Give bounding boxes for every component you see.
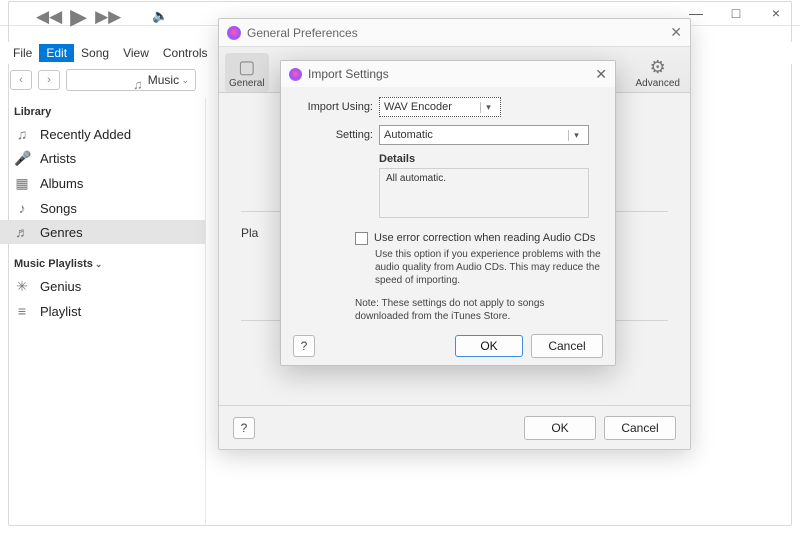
note-icon: ♪ bbox=[14, 200, 30, 216]
maximize-button[interactable]: □ bbox=[716, 1, 756, 25]
sidebar-item-label: Genius bbox=[40, 279, 81, 294]
sidebar-item-label: Songs bbox=[40, 201, 77, 216]
tab-label: Advanced bbox=[636, 78, 680, 89]
sidebar-section-library: Library bbox=[0, 102, 205, 122]
ok-button[interactable]: OK bbox=[455, 335, 523, 357]
close-icon[interactable]: ✕ bbox=[670, 24, 682, 41]
import-settings-dialog: Import Settings ✕ Import Using: WAV Enco… bbox=[280, 60, 616, 366]
details-panel: All automatic. bbox=[379, 168, 589, 218]
chevron-down-icon: ▾ bbox=[568, 130, 584, 141]
menu-view[interactable]: View bbox=[116, 44, 156, 62]
combo-value: WAV Encoder bbox=[384, 101, 452, 113]
details-text: All automatic. bbox=[386, 173, 446, 184]
play-icon[interactable]: ▶ bbox=[70, 4, 87, 30]
chevron-down-icon: ⌄ bbox=[95, 259, 103, 269]
library-selector[interactable]: ♫ Music ⌄ bbox=[66, 69, 196, 91]
back-button[interactable]: ‹ bbox=[10, 70, 32, 90]
play-label-fragment: Pla bbox=[241, 226, 258, 240]
grid-icon: ▦ bbox=[14, 175, 30, 192]
chevron-down-icon: ▾ bbox=[480, 102, 496, 113]
sidebar-item-genius[interactable]: ✳ Genius bbox=[0, 274, 205, 299]
sidebar-item-label: Genres bbox=[40, 225, 83, 240]
setting-label: Setting: bbox=[295, 129, 373, 141]
close-button[interactable]: × bbox=[756, 1, 796, 25]
sidebar-item-label: Artists bbox=[40, 151, 76, 166]
itunes-logo-icon bbox=[227, 26, 241, 40]
menu-file[interactable]: File bbox=[6, 44, 39, 62]
error-correction-help: Use this option if you experience proble… bbox=[375, 248, 601, 287]
import-titlebar: Import Settings ✕ bbox=[281, 61, 615, 87]
error-correction-label: Use error correction when reading Audio … bbox=[374, 232, 595, 244]
music-note-icon: ♫ bbox=[133, 77, 143, 94]
menu-edit[interactable]: Edit bbox=[39, 44, 74, 62]
import-button-row: ? OK Cancel bbox=[281, 327, 615, 365]
genius-icon: ✳ bbox=[14, 278, 30, 295]
sidebar-item-label: Playlist bbox=[40, 304, 81, 319]
chevron-down-icon: ⌄ bbox=[181, 75, 189, 86]
transport-controls: ◀◀ ▶ ▶▶ bbox=[36, 4, 121, 30]
ok-button[interactable]: OK bbox=[524, 416, 596, 440]
details-heading: Details bbox=[379, 153, 601, 165]
prev-track-icon[interactable]: ◀◀ bbox=[36, 7, 62, 27]
menu-controls[interactable]: Controls bbox=[156, 44, 215, 62]
sidebar-item-label: Recently Added bbox=[40, 127, 131, 142]
cancel-button[interactable]: Cancel bbox=[604, 416, 676, 440]
switch-icon: ▢ bbox=[234, 56, 260, 78]
error-correction-checkbox[interactable] bbox=[355, 232, 368, 245]
sidebar-item-recently-added[interactable]: ♫ Recently Added bbox=[0, 122, 205, 146]
import-body: Import Using: WAV Encoder ▾ Setting: Aut… bbox=[281, 87, 615, 333]
dialog-title: Import Settings bbox=[308, 67, 389, 81]
dialog-title: General Preferences bbox=[247, 26, 358, 40]
mic-icon: 🎤 bbox=[14, 150, 30, 167]
sidebar-section-playlists[interactable]: Music Playlists⌄ bbox=[0, 254, 205, 274]
cancel-button[interactable]: Cancel bbox=[531, 334, 603, 358]
help-button[interactable]: ? bbox=[293, 335, 315, 357]
close-icon[interactable]: ✕ bbox=[595, 66, 607, 83]
gear-icon: ⚙ bbox=[645, 56, 671, 78]
list-icon: ≡ bbox=[14, 303, 30, 319]
itunes-logo-icon bbox=[289, 68, 302, 81]
tab-general[interactable]: ▢ General bbox=[225, 53, 269, 92]
tab-advanced[interactable]: ⚙ Advanced bbox=[632, 53, 684, 92]
combo-value: Automatic bbox=[384, 129, 433, 141]
guitar-icon: ♬ bbox=[14, 224, 30, 240]
sidebar-item-artists[interactable]: 🎤 Artists bbox=[0, 146, 205, 171]
sidebar-item-playlist[interactable]: ≡ Playlist bbox=[0, 299, 205, 323]
store-note: Note: These settings do not apply to son… bbox=[355, 297, 601, 323]
sidebar-item-songs[interactable]: ♪ Songs bbox=[0, 196, 205, 220]
sidebar-item-genres[interactable]: ♬ Genres bbox=[0, 220, 205, 244]
recent-icon: ♫ bbox=[14, 126, 30, 142]
forward-button[interactable]: › bbox=[38, 70, 60, 90]
import-using-label: Import Using: bbox=[295, 101, 373, 113]
menu-song[interactable]: Song bbox=[74, 44, 116, 62]
tab-label: General bbox=[229, 78, 265, 89]
sidebar-item-albums[interactable]: ▦ Albums bbox=[0, 171, 205, 196]
setting-combo[interactable]: Automatic ▾ bbox=[379, 125, 589, 145]
sidebar-item-label: Albums bbox=[40, 176, 83, 191]
preferences-button-row: ? OK Cancel bbox=[219, 405, 690, 449]
import-using-combo[interactable]: WAV Encoder ▾ bbox=[379, 97, 501, 117]
next-track-icon[interactable]: ▶▶ bbox=[95, 7, 121, 27]
nav-bar: ‹ › ♫ Music ⌄ bbox=[0, 66, 206, 94]
help-button[interactable]: ? bbox=[233, 417, 255, 439]
preferences-titlebar: General Preferences ✕ bbox=[219, 19, 690, 47]
sidebar: Library ♫ Recently Added 🎤 Artists ▦ Albums… bbox=[0, 98, 206, 526]
volume-icon[interactable]: 🔈 bbox=[152, 8, 168, 24]
library-selector-label: Music bbox=[148, 73, 179, 87]
